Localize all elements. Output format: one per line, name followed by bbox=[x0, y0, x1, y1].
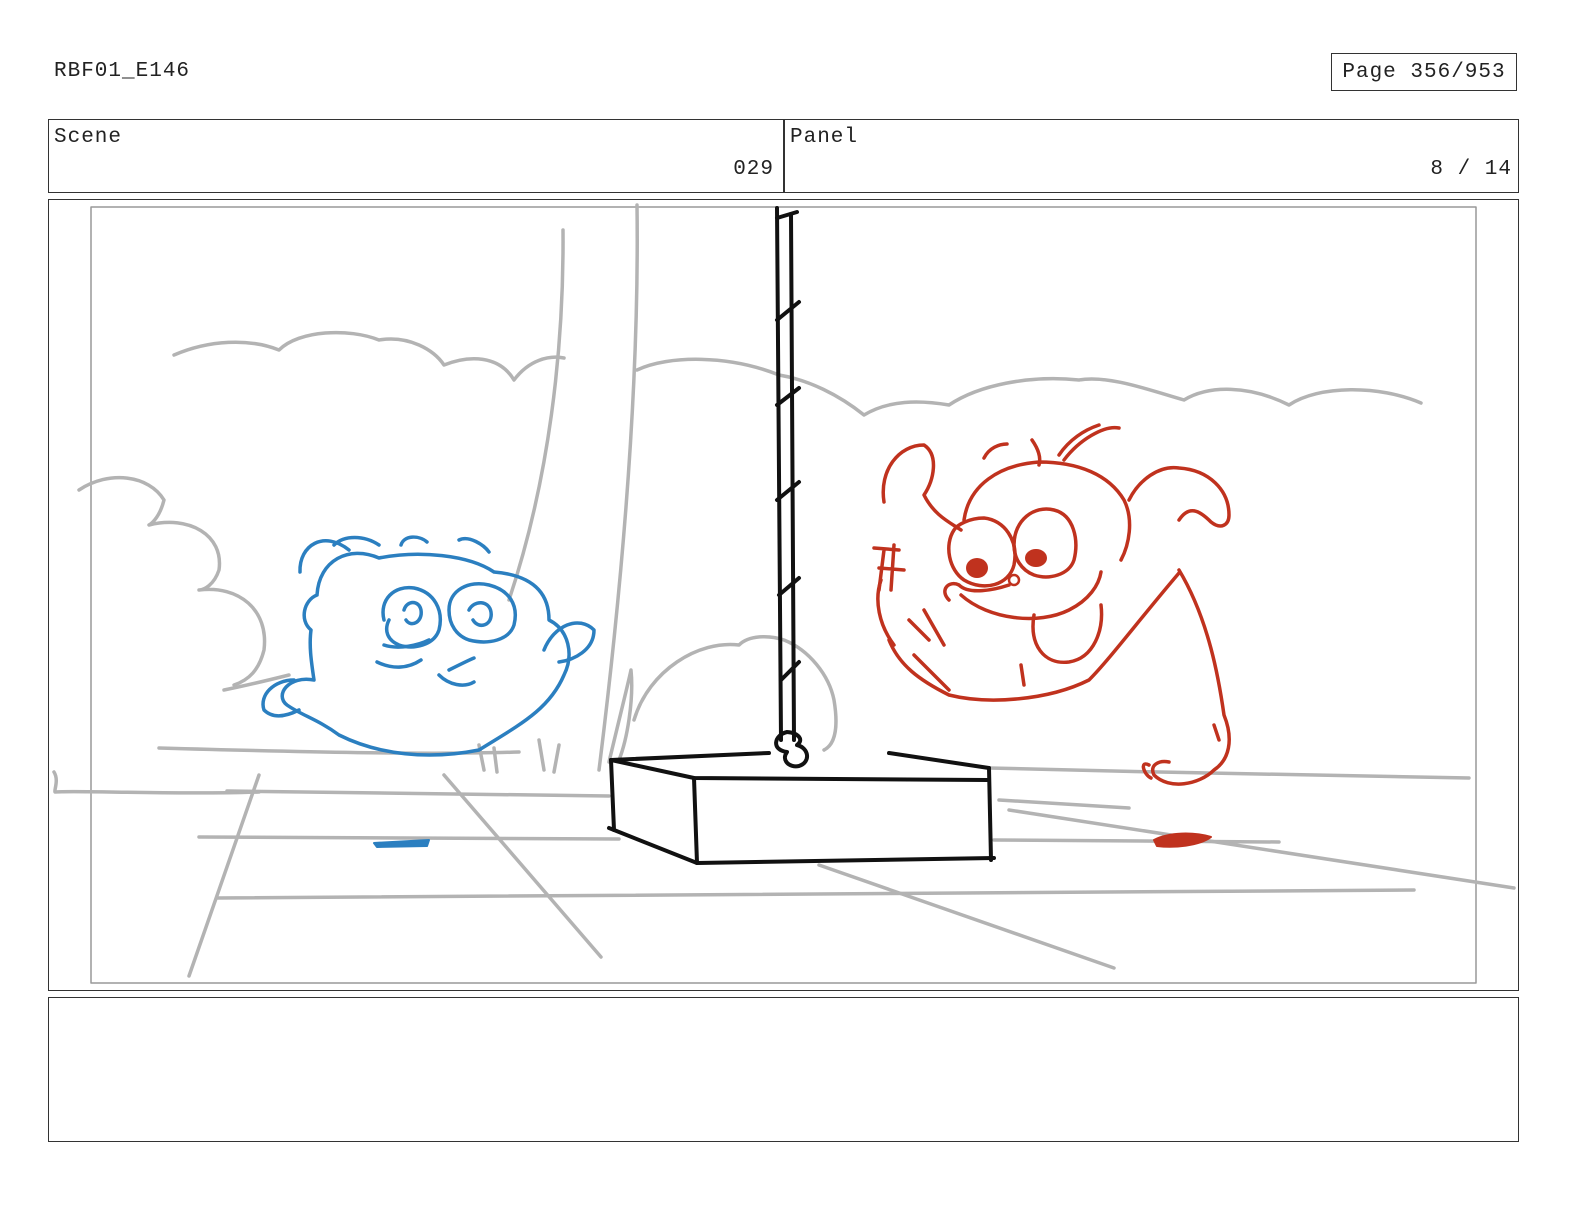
red-character-eye-right bbox=[1025, 549, 1047, 567]
panel-label: Panel bbox=[790, 126, 859, 149]
panel-number: 8 / 14 bbox=[1430, 158, 1512, 181]
scene-panel-info: Scene 029 Panel 8 / 14 bbox=[48, 119, 1519, 193]
pole-with-base bbox=[607, 206, 996, 865]
red-character-sketch bbox=[872, 423, 1231, 786]
page-indicator: Page 356/953 bbox=[1331, 53, 1517, 91]
red-character-shadow bbox=[1153, 832, 1212, 848]
inner-frame bbox=[90, 206, 1477, 984]
scene-number: 029 bbox=[733, 158, 774, 181]
storyboard-sketch bbox=[52, 203, 1516, 984]
page-number: Page 356/953 bbox=[1342, 60, 1506, 84]
red-character-eye-left bbox=[966, 558, 988, 578]
document-id: RBF01_E146 bbox=[54, 60, 191, 83]
blue-character-sketch bbox=[261, 535, 596, 757]
red-character-nose bbox=[1007, 573, 1021, 587]
scene-label: Scene bbox=[54, 126, 123, 149]
blue-character-shadow bbox=[373, 839, 430, 848]
notes-area bbox=[48, 997, 1519, 1142]
info-divider bbox=[783, 120, 785, 192]
storyboard-panel bbox=[48, 199, 1519, 991]
